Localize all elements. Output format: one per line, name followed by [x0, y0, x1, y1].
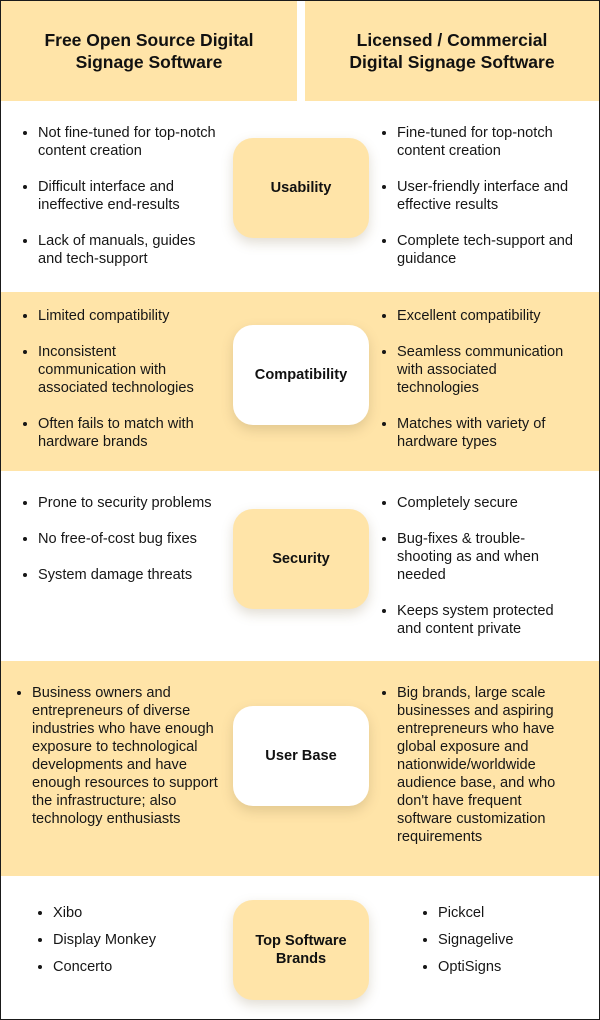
category-label-user-base: User Base	[233, 706, 369, 806]
category-label-text: Compatibility	[254, 367, 348, 383]
commercial-brands-list: Pickcel Signagelive OptiSigns	[421, 904, 581, 985]
list-item: Business owners and entrepreneurs of div…	[15, 684, 237, 828]
open-source-list: Not fine-tuned for top-notch content cre…	[21, 124, 217, 268]
list-item: Not fine-tuned for top-notch content cre…	[21, 124, 217, 160]
category-label-text: Usability	[270, 180, 332, 196]
list-item: Signagelive	[421, 931, 581, 949]
list-item: Seamless communication with associated t…	[380, 343, 580, 397]
list-item: Pickcel	[421, 904, 581, 922]
list-item: Lack of manuals, guides and tech-support	[21, 232, 217, 268]
category-label-text: User Base	[265, 748, 337, 764]
row-user-base: Business owners and entrepreneurs of div…	[1, 661, 599, 876]
list-item: System damage threats	[21, 566, 217, 584]
list-item: Inconsistent communication with associat…	[21, 343, 217, 397]
list-item: Big brands, large scale businesses and a…	[380, 684, 580, 846]
header-commercial: Licensed / Commercial Digital Signage So…	[305, 1, 599, 101]
list-item: No free-of-cost bug fixes	[21, 530, 217, 548]
row-usability: Not fine-tuned for top-notch content cre…	[1, 101, 599, 292]
commercial-list: Excellent compatibility Seamless communi…	[380, 307, 580, 451]
list-item: Display Monkey	[36, 931, 206, 949]
row-compatibility: Limited compatibility Inconsistent commu…	[1, 292, 599, 471]
category-label-text: Top Software Brands	[255, 933, 347, 967]
list-item: User-friendly interface and effective re…	[380, 178, 580, 214]
list-item: Bug-fixes & trouble-shooting as and when…	[380, 530, 580, 584]
open-source-list: Business owners and entrepreneurs of div…	[15, 684, 237, 828]
list-item: Prone to security problems	[21, 494, 217, 512]
list-item: Matches with variety of hardware types	[380, 415, 580, 451]
list-item: Limited compatibility	[21, 307, 217, 325]
category-label-compatibility: Compatibility	[233, 325, 369, 425]
list-item: Keeps system protected and content priva…	[380, 602, 580, 638]
list-item: Excellent compatibility	[380, 307, 580, 325]
header-open-source-line: Free Open Source Digital	[44, 30, 254, 50]
header-commercial-line: Licensed / Commercial	[356, 30, 548, 50]
header-commercial-line: Digital Signage Software	[349, 52, 555, 72]
header-open-source: Free Open Source Digital Signage Softwar…	[1, 1, 297, 101]
commercial-list: Fine-tuned for top-notch content creatio…	[380, 124, 580, 268]
list-item: Difficult interface and ineffective end-…	[21, 178, 217, 214]
row-security: Prone to security problems No free-of-co…	[1, 471, 599, 661]
list-item: Fine-tuned for top-notch content creatio…	[380, 124, 580, 160]
commercial-list: Completely secure Bug-fixes & trouble-sh…	[380, 494, 580, 638]
list-item: Completely secure	[380, 494, 580, 512]
row-top-software-brands: Xibo Display Monkey Concerto Top Softwar…	[1, 876, 599, 1019]
category-label-usability: Usability	[233, 138, 369, 238]
list-item: Complete tech-support and guidance	[380, 232, 580, 268]
list-item: OptiSigns	[421, 958, 581, 976]
list-item: Xibo	[36, 904, 206, 922]
open-source-brands-list: Xibo Display Monkey Concerto	[36, 904, 206, 985]
table-header: Free Open Source Digital Signage Softwar…	[1, 1, 599, 101]
open-source-list: Prone to security problems No free-of-co…	[21, 494, 217, 584]
category-label-top-software-brands: Top Software Brands	[233, 900, 369, 1000]
category-label-security: Security	[233, 509, 369, 609]
list-item: Concerto	[36, 958, 206, 976]
header-open-source-line: Signage Software	[75, 52, 223, 72]
open-source-list: Limited compatibility Inconsistent commu…	[21, 307, 217, 451]
commercial-list: Big brands, large scale businesses and a…	[380, 684, 580, 846]
category-label-text: Security	[272, 551, 330, 567]
comparison-infographic: Free Open Source Digital Signage Softwar…	[0, 0, 600, 1020]
list-item: Often fails to match with hardware brand…	[21, 415, 217, 451]
